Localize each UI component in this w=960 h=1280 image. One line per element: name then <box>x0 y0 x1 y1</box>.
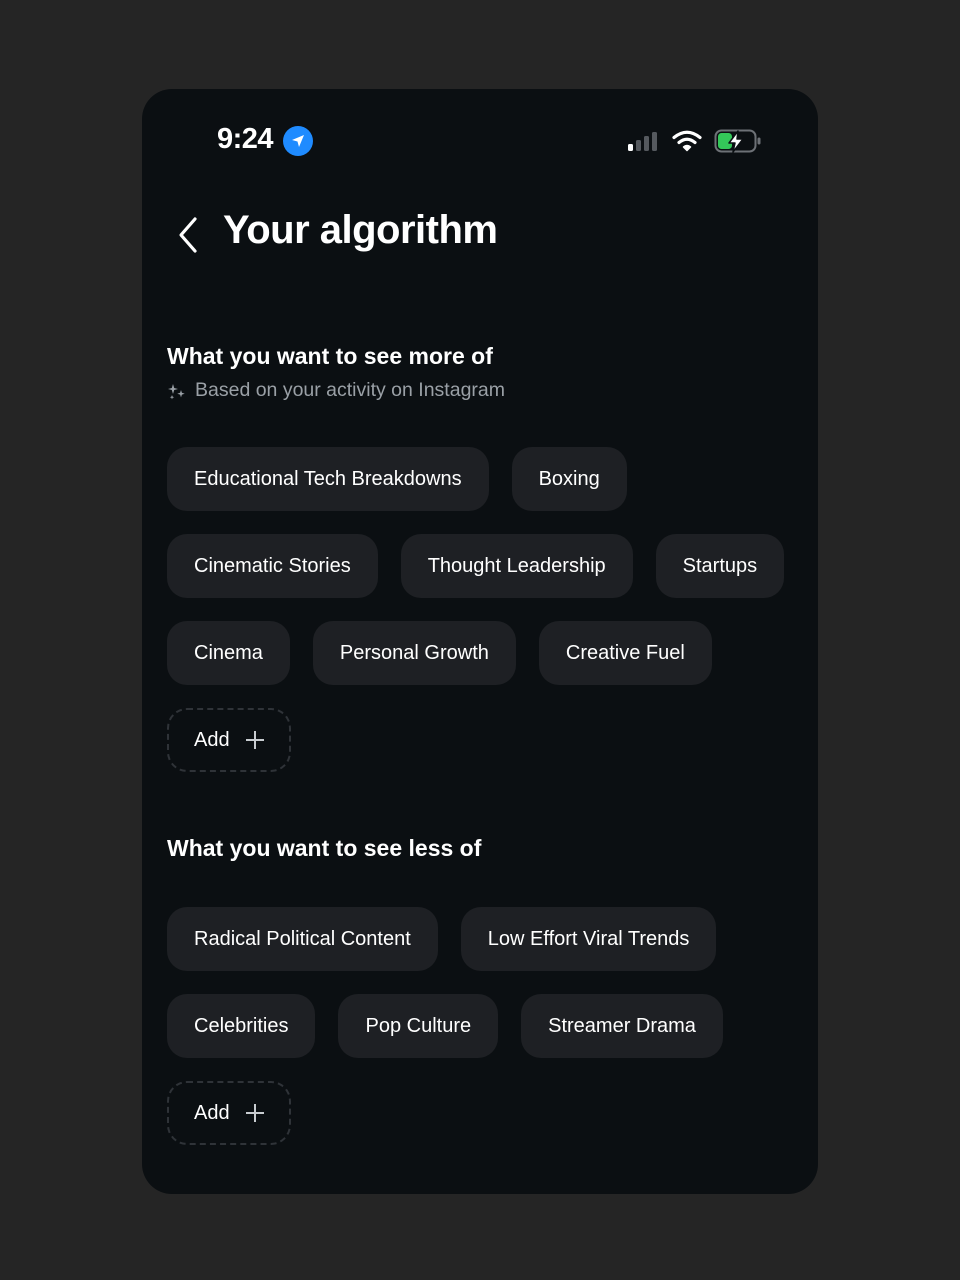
topic-chip[interactable]: Startups <box>655 534 785 598</box>
wifi-icon <box>672 129 702 153</box>
add-label: Add <box>194 1101 230 1124</box>
topic-chip[interactable]: Celebrities <box>167 994 316 1058</box>
topic-chip[interactable]: Personal Growth <box>312 621 516 685</box>
location-arrow-icon <box>283 126 313 156</box>
topic-chip[interactable]: Thought Leadership <box>400 534 633 598</box>
topic-chip[interactable]: Boxing <box>511 447 627 511</box>
topic-chip[interactable]: Pop Culture <box>338 994 499 1058</box>
topic-chip[interactable]: Creative Fuel <box>538 621 712 685</box>
less-of-chip-group: Radical Political Content Low Effort Vir… <box>167 907 787 1145</box>
plus-icon <box>245 731 264 749</box>
status-time: 9:24 <box>217 123 274 155</box>
status-bar: 9:24 <box>142 89 818 189</box>
topic-chip[interactable]: Streamer Drama <box>521 994 723 1058</box>
topic-chip[interactable]: Radical Political Content <box>167 907 438 971</box>
topic-chip[interactable]: Educational Tech Breakdowns <box>167 447 489 511</box>
more-of-subtitle-text: Based on your activity on Instagram <box>195 379 505 401</box>
more-of-subtitle: Based on your activity on Instagram <box>167 379 505 402</box>
add-less-of-button[interactable]: Add <box>167 1081 291 1145</box>
topic-chip[interactable]: Low Effort Viral Trends <box>460 907 717 971</box>
topic-chip[interactable]: Cinematic Stories <box>167 534 378 598</box>
less-of-section-title: What you want to see less of <box>167 835 482 861</box>
back-button[interactable] <box>168 213 208 257</box>
signal-icon <box>627 131 661 153</box>
page-title: Your algorithm <box>223 208 498 252</box>
sparkles-icon <box>168 383 185 399</box>
plus-icon <box>245 1104 264 1122</box>
phone-screen: 9:24 Your algorithm What you want to see… <box>142 89 818 1194</box>
more-of-chip-group: Educational Tech Breakdowns Boxing Cinem… <box>167 447 787 772</box>
header: Your algorithm <box>142 199 818 269</box>
chevron-left-icon <box>179 217 197 253</box>
more-of-section-title: What you want to see more of <box>167 343 493 369</box>
topic-chip[interactable]: Cinema <box>167 621 290 685</box>
battery-charging-icon <box>714 128 762 154</box>
add-more-of-button[interactable]: Add <box>167 708 291 772</box>
add-label: Add <box>194 728 230 751</box>
